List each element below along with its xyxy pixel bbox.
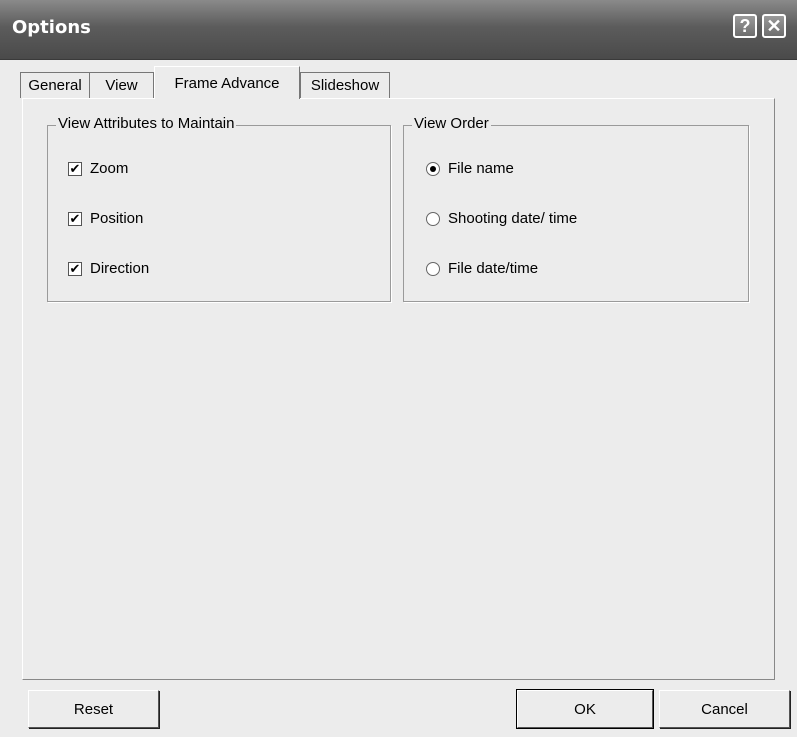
cancel-button[interactable]: Cancel [659,690,790,728]
help-button[interactable]: ? [733,14,757,38]
tab-view-label: View [105,77,138,94]
ok-label: OK [574,700,596,718]
zoom-check-box[interactable]: ✔ [68,161,82,176]
check-icon: ✔ [69,211,81,226]
radio-button[interactable] [426,161,440,176]
close-icon: ✕ [766,15,782,36]
tab-general[interactable]: General [20,72,90,98]
view-attributes-group: View Attributes to Maintain ✔ Zoom ✔ Pos… [47,115,391,302]
reset-label: Reset [73,700,114,718]
tab-frame-advance[interactable]: Frame Advance [154,66,300,99]
direction-checkbox[interactable]: ✔ Direction [68,260,149,277]
tab-slideshow-label: Slideshow [310,77,380,94]
frame-advance-panel: View Attributes to Maintain ✔ Zoom ✔ Pos… [22,98,775,680]
tab-frame-advance-label: Frame Advance [174,74,280,92]
check-icon: ✔ [69,261,81,276]
help-icon: ? [739,15,751,36]
position-checkbox[interactable]: ✔ Position [68,210,143,227]
close-button[interactable]: ✕ [762,14,786,38]
zoom-label: Zoom [90,160,129,177]
view-attributes-legend: View Attributes to Maintain [56,115,237,132]
tab-slideshow[interactable]: Slideshow [300,72,390,98]
options-dialog: Options ? ✕ General View Frame Advance S… [0,0,797,737]
radio-button[interactable] [426,261,440,276]
direction-check-box[interactable]: ✔ [68,261,82,276]
ok-button[interactable]: OK [516,689,654,729]
zoom-checkbox[interactable]: ✔ Zoom [68,160,128,177]
reset-button[interactable]: Reset [28,690,159,728]
radio-button[interactable] [426,211,440,226]
direction-label: Direction [90,260,150,277]
file-date-time-label: File date/time [448,260,539,277]
cancel-label: Cancel [701,700,748,718]
check-icon: ✔ [69,161,81,176]
title-bar[interactable]: Options ? ✕ [0,0,797,60]
view-order-legend: View Order [412,115,491,132]
position-label: Position [90,210,144,227]
radio-selected-dot [430,165,436,172]
view-order-group: View Order File name Shooting date/ time… [403,115,749,302]
position-check-box[interactable]: ✔ [68,211,82,226]
file-name-label: File name [448,160,514,177]
window-title: Options [12,17,91,38]
file-date-time-radio[interactable]: File date/time [426,260,538,277]
shooting-date-time-label: Shooting date/ time [448,210,578,227]
shooting-date-time-radio[interactable]: Shooting date/ time [426,210,577,227]
tab-view[interactable]: View [89,72,154,98]
tab-general-label: General [28,77,82,94]
file-name-radio[interactable]: File name [426,160,514,177]
